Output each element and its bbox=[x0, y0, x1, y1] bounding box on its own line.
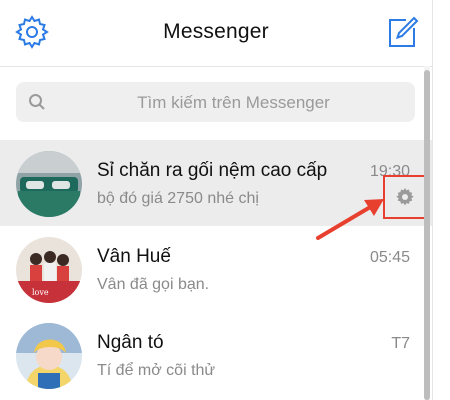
compose-icon bbox=[389, 16, 419, 47]
search-placeholder: Tìm kiếm trên Messenger bbox=[137, 93, 330, 112]
avatar bbox=[16, 323, 82, 389]
svg-text:love: love bbox=[32, 288, 49, 297]
messenger-screen: Messenger Tìm kiếm trên Messenger Sỉ chă… bbox=[0, 0, 432, 400]
conversation-name: Sỉ chăn ra gối nệm cao cấp bbox=[97, 160, 328, 181]
conversation-time: T7 bbox=[391, 335, 410, 352]
avatar bbox=[16, 151, 82, 217]
scrollbar[interactable] bbox=[424, 66, 430, 400]
top-bar: Messenger bbox=[0, 0, 432, 67]
conversation-snippet: bộ đó giá 2750 nhé chị bbox=[97, 190, 259, 207]
conversation-snippet: Vân đã gọi bạn. bbox=[97, 276, 210, 293]
page-title: Messenger bbox=[163, 20, 269, 43]
conversation-name: Vân Huế bbox=[97, 246, 171, 267]
avatar: love bbox=[16, 237, 82, 303]
conversation-row[interactable]: Ngân tó Tí để mở cõi thử T7 bbox=[0, 312, 432, 398]
annotation-arrow bbox=[316, 199, 384, 240]
conversation-name: Ngân tó bbox=[97, 332, 164, 353]
conversation-time: 05:45 bbox=[369, 249, 410, 266]
search-bar[interactable]: Tìm kiếm trên Messenger bbox=[16, 82, 415, 122]
compose-button[interactable] bbox=[384, 14, 420, 50]
gear-icon bbox=[396, 188, 414, 206]
conversation-snippet: Tí để mở cõi thử bbox=[97, 362, 216, 379]
scroll-thumb[interactable] bbox=[424, 70, 430, 400]
right-edge-panel bbox=[432, 0, 450, 400]
